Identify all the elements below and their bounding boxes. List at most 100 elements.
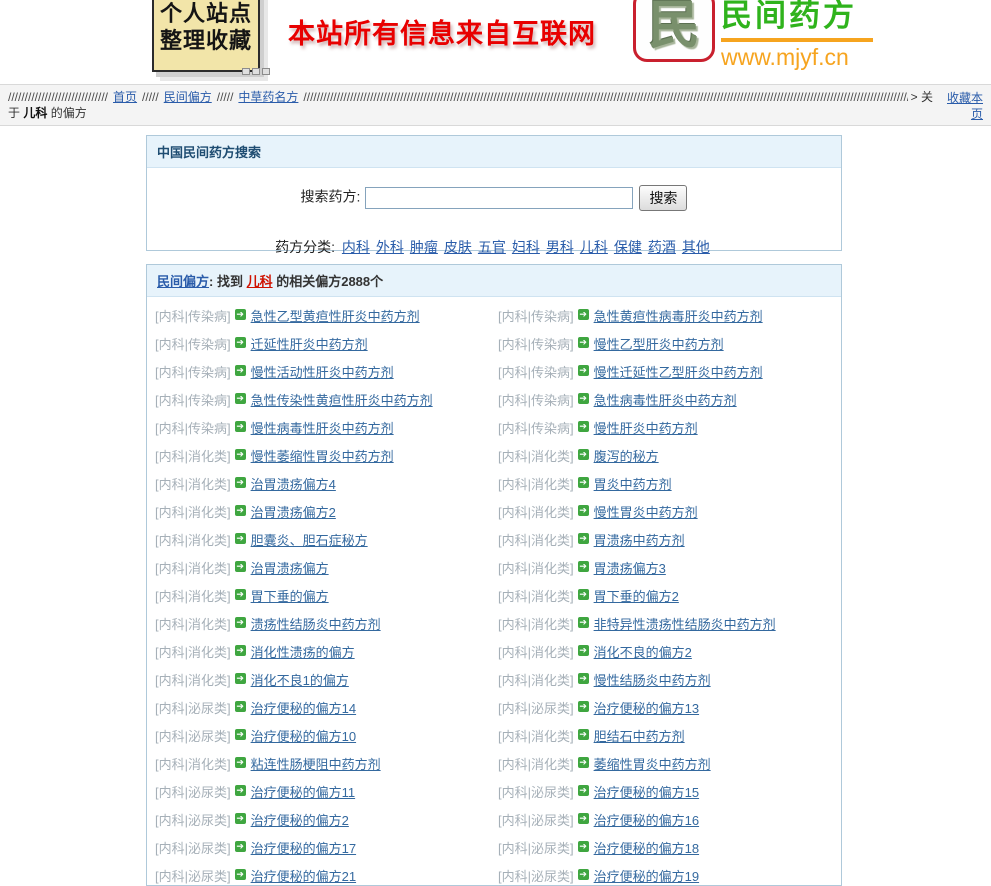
breadcrumb-folk-remedy-link[interactable]: 民间偏方 bbox=[164, 89, 212, 105]
badge-pages-decoration bbox=[242, 62, 272, 80]
remedy-link[interactable]: 胃下垂的偏方2 bbox=[594, 589, 679, 604]
remedy-link[interactable]: 慢性结肠炎中药方剂 bbox=[594, 673, 711, 688]
remedy-category-tag: [内科|传染病] bbox=[498, 309, 574, 324]
remedy-item: [内科|消化类]➔溃疡性结肠炎中药方剂 bbox=[151, 611, 494, 639]
remedy-item: [内科|泌尿类]➔治疗便秘的偏方21 bbox=[151, 863, 494, 886]
remedy-link[interactable]: 治疗便秘的偏方19 bbox=[594, 869, 699, 884]
remedy-link[interactable]: 非特异性溃疡性结肠炎中药方剂 bbox=[594, 617, 776, 632]
remedy-link[interactable]: 急性乙型黄疸性肝炎中药方剂 bbox=[251, 309, 420, 324]
remedy-link[interactable]: 慢性萎缩性胃炎中药方剂 bbox=[251, 449, 394, 464]
remedy-link[interactable]: 迁延性肝炎中药方剂 bbox=[251, 337, 368, 352]
remedy-link[interactable]: 急性病毒性肝炎中药方剂 bbox=[594, 393, 737, 408]
arrow-icon: ➔ bbox=[578, 589, 589, 600]
remedy-link[interactable]: 治疗便秘的偏方13 bbox=[594, 701, 699, 716]
search-input[interactable] bbox=[365, 187, 633, 209]
remedy-item: [内科|传染病]➔慢性病毒性肝炎中药方剂 bbox=[151, 415, 494, 443]
remedy-item: [内科|消化类]➔萎缩性胃炎中药方剂 bbox=[494, 751, 837, 779]
remedy-link[interactable]: 胆囊炎、胆石症秘方 bbox=[251, 533, 368, 548]
site-logo-text: 民间药方 www.mjyf.cn bbox=[721, 0, 873, 70]
remedy-item: [内科|消化类]➔胆囊炎、胆石症秘方 bbox=[151, 527, 494, 555]
remedy-category-tag: [内科|消化类] bbox=[498, 533, 574, 548]
remedy-link[interactable]: 胃溃疡中药方剂 bbox=[594, 533, 685, 548]
remedy-category-tag: [内科|消化类] bbox=[155, 757, 231, 772]
remedy-link[interactable]: 慢性肝炎中药方剂 bbox=[594, 421, 698, 436]
remedy-link[interactable]: 治疗便秘的偏方15 bbox=[594, 785, 699, 800]
remedy-link[interactable]: 慢性胃炎中药方剂 bbox=[594, 505, 698, 520]
remedy-item: [内科|传染病]➔急性传染性黄疸性肝炎中药方剂 bbox=[151, 387, 494, 415]
breadcrumb-home-link[interactable]: 首页 bbox=[113, 89, 137, 105]
remedy-category-tag: [内科|消化类] bbox=[155, 505, 231, 520]
category-link[interactable]: 儿科 bbox=[580, 239, 608, 255]
remedy-category-tag: [内科|消化类] bbox=[498, 477, 574, 492]
category-link[interactable]: 五官 bbox=[478, 239, 506, 255]
arrow-icon: ➔ bbox=[578, 393, 589, 404]
remedy-link[interactable]: 胃溃疡偏方3 bbox=[594, 561, 666, 576]
remedy-link[interactable]: 消化不良1的偏方 bbox=[251, 673, 349, 688]
remedy-link[interactable]: 消化不良的偏方2 bbox=[594, 645, 692, 660]
remedy-link[interactable]: 治胃溃疡偏方2 bbox=[251, 505, 336, 520]
remedy-link[interactable]: 萎缩性胃炎中药方剂 bbox=[594, 757, 711, 772]
favorite-page-link[interactable]: 收藏本页 bbox=[941, 90, 983, 122]
logo-seal-glyph: 民 bbox=[648, 0, 700, 52]
remedy-link[interactable]: 治胃溃疡偏方 bbox=[251, 561, 329, 576]
remedy-item: [内科|泌尿类]➔治疗便秘的偏方15 bbox=[494, 779, 837, 807]
category-link[interactable]: 其他 bbox=[682, 239, 710, 255]
remedy-link[interactable]: 胆结石中药方剂 bbox=[594, 729, 685, 744]
category-link[interactable]: 皮肤 bbox=[444, 239, 472, 255]
arrow-icon: ➔ bbox=[235, 505, 246, 516]
search-button[interactable]: 搜索 bbox=[639, 185, 687, 211]
results-folk-remedy-link[interactable]: 民间偏方 bbox=[157, 274, 209, 289]
remedy-link[interactable]: 慢性病毒性肝炎中药方剂 bbox=[251, 421, 394, 436]
remedy-category-tag: [内科|消化类] bbox=[498, 757, 574, 772]
remedy-link[interactable]: 胃下垂的偏方 bbox=[251, 589, 329, 604]
remedy-link[interactable]: 治疗便秘的偏方18 bbox=[594, 841, 699, 856]
remedy-link[interactable]: 慢性活动性肝炎中药方剂 bbox=[251, 365, 394, 380]
remedy-link[interactable]: 胃炎中药方剂 bbox=[594, 477, 672, 492]
site-title: 民间药方 bbox=[721, 0, 873, 38]
remedy-category-tag: [内科|消化类] bbox=[498, 505, 574, 520]
arrow-icon: ➔ bbox=[235, 589, 246, 600]
remedy-link[interactable]: 腹泻的秘方 bbox=[594, 449, 659, 464]
category-link[interactable]: 药酒 bbox=[648, 239, 676, 255]
remedy-link[interactable]: 治疗便秘的偏方21 bbox=[251, 869, 356, 884]
arrow-icon: ➔ bbox=[235, 841, 246, 852]
remedy-link[interactable]: 粘连性肠梗阻中药方剂 bbox=[251, 757, 381, 772]
category-link[interactable]: 保健 bbox=[614, 239, 642, 255]
remedy-link[interactable]: 消化性溃疡的偏方 bbox=[251, 645, 355, 660]
remedy-link[interactable]: 慢性迁延性乙型肝炎中药方剂 bbox=[594, 365, 763, 380]
remedy-category-tag: [内科|传染病] bbox=[155, 421, 231, 436]
arrow-icon: ➔ bbox=[235, 869, 246, 880]
remedy-link[interactable]: 治疗便秘的偏方2 bbox=[251, 813, 349, 828]
results-keyword-link[interactable]: 儿科 bbox=[247, 274, 273, 289]
breadcrumb-slashes: ///// bbox=[217, 89, 234, 105]
remedy-category-tag: [内科|消化类] bbox=[155, 617, 231, 632]
category-link[interactable]: 外科 bbox=[376, 239, 404, 255]
remedy-item: [内科|泌尿类]➔治疗便秘的偏方17 bbox=[151, 835, 494, 863]
arrow-icon: ➔ bbox=[235, 449, 246, 460]
remedy-link[interactable]: 急性黄疸性病毒肝炎中药方剂 bbox=[594, 309, 763, 324]
remedy-link[interactable]: 治疗便秘的偏方10 bbox=[251, 729, 356, 744]
category-link[interactable]: 男科 bbox=[546, 239, 574, 255]
remedy-item: [内科|传染病]➔急性黄疸性病毒肝炎中药方剂 bbox=[494, 303, 837, 331]
remedy-link[interactable]: 慢性乙型肝炎中药方剂 bbox=[594, 337, 724, 352]
remedy-category-tag: [内科|消化类] bbox=[155, 477, 231, 492]
remedy-item: [内科|传染病]➔慢性迁延性乙型肝炎中药方剂 bbox=[494, 359, 837, 387]
site-url: www.mjyf.cn bbox=[721, 44, 873, 70]
remedy-link[interactable]: 治疗便秘的偏方14 bbox=[251, 701, 356, 716]
remedy-item: [内科|传染病]➔慢性肝炎中药方剂 bbox=[494, 415, 837, 443]
category-link[interactable]: 妇科 bbox=[512, 239, 540, 255]
remedy-link[interactable]: 治胃溃疡偏方4 bbox=[251, 477, 336, 492]
remedy-link[interactable]: 治疗便秘的偏方16 bbox=[594, 813, 699, 828]
remedy-category-tag: [内科|泌尿类] bbox=[155, 701, 231, 716]
breadcrumb-herb-formula-link[interactable]: 中草药名方 bbox=[238, 89, 298, 105]
remedy-link[interactable]: 治疗便秘的偏方11 bbox=[251, 785, 356, 800]
category-link[interactable]: 肿瘤 bbox=[410, 239, 438, 255]
remedy-item: [内科|泌尿类]➔治疗便秘的偏方19 bbox=[494, 863, 837, 886]
remedy-link[interactable]: 溃疡性结肠炎中药方剂 bbox=[251, 617, 381, 632]
remedy-category-tag: [内科|消化类] bbox=[498, 561, 574, 576]
category-link[interactable]: 内科 bbox=[342, 239, 370, 255]
results-found-text: 找到 bbox=[217, 274, 247, 289]
site-logo[interactable]: 民 bbox=[633, 0, 715, 62]
remedy-link[interactable]: 急性传染性黄疸性肝炎中药方剂 bbox=[251, 393, 433, 408]
remedy-link[interactable]: 治疗便秘的偏方17 bbox=[251, 841, 356, 856]
